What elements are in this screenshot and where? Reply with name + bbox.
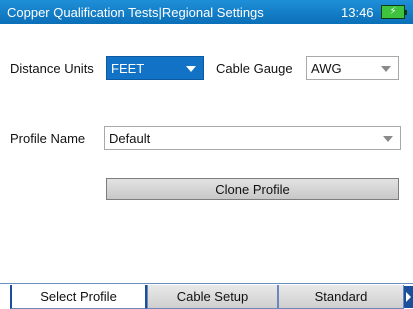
chevron-down-icon bbox=[186, 66, 196, 72]
profile-name-dropdown[interactable]: Default bbox=[104, 126, 401, 150]
tab-divider bbox=[0, 283, 413, 284]
chevron-down-icon bbox=[383, 136, 393, 142]
tab-standard[interactable]: Standard bbox=[278, 285, 404, 309]
tab-scroll-right-button[interactable] bbox=[404, 286, 413, 308]
distance-units-value: FEET bbox=[111, 60, 145, 76]
cable-gauge-dropdown[interactable]: AWG bbox=[306, 56, 399, 80]
battery-charging-icon: ⚡ bbox=[381, 5, 407, 19]
arrow-right-icon bbox=[406, 292, 411, 302]
cable-gauge-label: Cable Gauge bbox=[216, 61, 293, 76]
distance-units-dropdown[interactable]: FEET bbox=[106, 56, 204, 80]
profile-name-value: Default bbox=[109, 130, 151, 146]
tab-select-profile[interactable]: Select Profile bbox=[10, 285, 147, 309]
tab-cable-setup[interactable]: Cable Setup bbox=[147, 285, 278, 309]
title-bar: Copper Qualification Tests|Regional Sett… bbox=[0, 0, 413, 24]
chevron-down-icon bbox=[381, 66, 391, 72]
cable-gauge-value: AWG bbox=[311, 60, 342, 76]
profile-name-label: Profile Name bbox=[10, 131, 86, 146]
clock: 13:46 bbox=[341, 5, 374, 20]
clone-profile-button[interactable]: Clone Profile bbox=[106, 178, 399, 200]
distance-units-label: Distance Units bbox=[10, 61, 94, 76]
window-title: Copper Qualification Tests|Regional Sett… bbox=[7, 4, 264, 20]
